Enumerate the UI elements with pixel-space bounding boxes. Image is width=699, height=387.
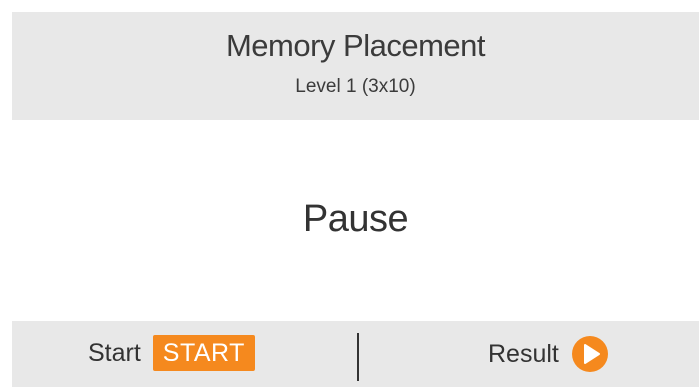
content-area: Pause [12, 120, 699, 320]
start-label: Start [88, 338, 141, 367]
start-button[interactable]: START [152, 335, 255, 371]
footer-bar: Start START Result [12, 321, 699, 387]
footer-divider [357, 333, 359, 381]
header-bar: Memory Placement Level 1 (3x10) [12, 12, 699, 120]
app-window: Memory Placement Level 1 (3x10) Pause St… [0, 0, 699, 387]
result-label: Result [488, 339, 559, 368]
status-text: Pause [302, 198, 409, 240]
level-subtitle: Level 1 (3x10) [295, 76, 416, 97]
game-panel: Memory Placement Level 1 (3x10) Pause St… [12, 12, 699, 387]
play-circle-icon[interactable] [571, 335, 609, 373]
result-button[interactable]: Result [488, 334, 609, 374]
page-title: Memory Placement [225, 28, 486, 63]
start-group: Start START [88, 334, 255, 372]
